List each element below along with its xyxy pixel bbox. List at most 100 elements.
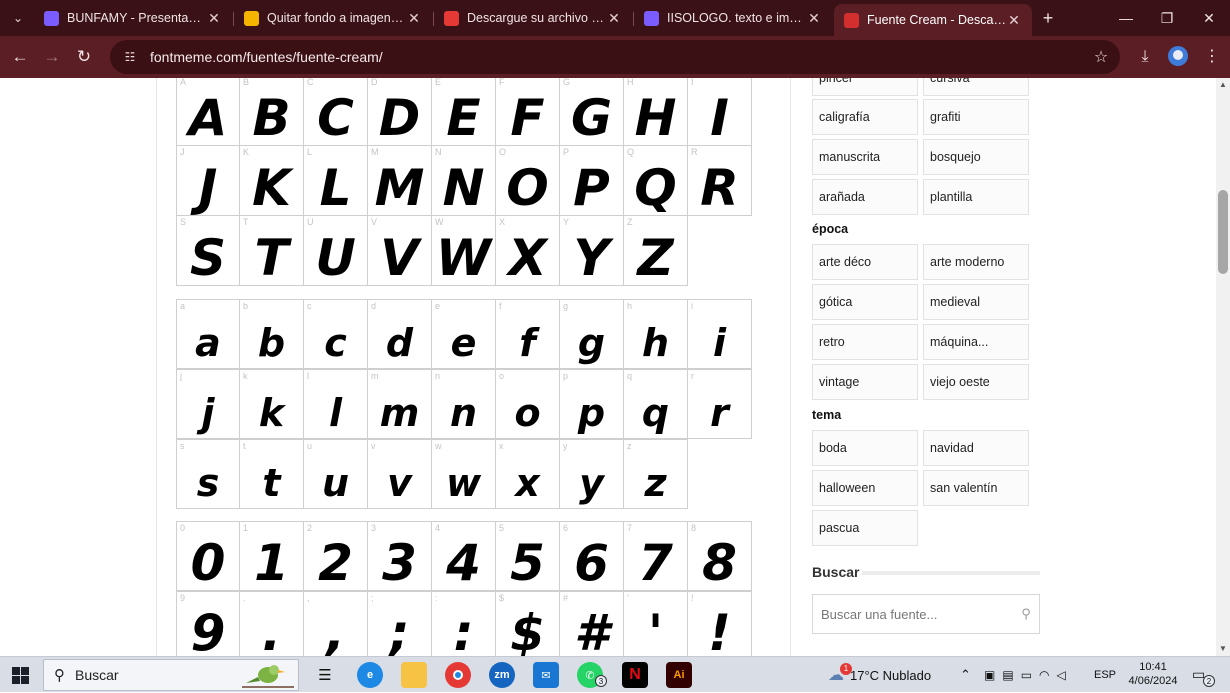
- glyph-cell: AA: [176, 78, 240, 146]
- tab-search-chevron-icon[interactable]: ⌄: [6, 6, 30, 30]
- glyph-cell: LL: [304, 146, 368, 216]
- font-tag-link[interactable]: pincel: [812, 78, 918, 96]
- glyph-preview: Q: [634, 159, 677, 217]
- font-tag-link[interactable]: bosquejo: [923, 139, 1029, 175]
- browser-tab[interactable]: BUNFAMY - Presentación ✕: [34, 4, 232, 32]
- meet-icon[interactable]: ▣: [984, 668, 1002, 682]
- tab-close-icon[interactable]: ✕: [606, 10, 622, 27]
- illustrator-icon[interactable]: Ai: [666, 662, 692, 688]
- volume-icon[interactable]: ◁: [1057, 668, 1073, 682]
- site-info-icon[interactable]: ☷: [122, 49, 138, 65]
- address-bar[interactable]: ☷ fontmeme.com/fuentes/fuente-cream/ ☆: [110, 40, 1120, 74]
- display-icon[interactable]: ▤: [1002, 668, 1020, 682]
- mail-icon[interactable]: ✉: [533, 662, 559, 688]
- glyph-cell: OO: [496, 146, 560, 216]
- minimize-button[interactable]: —: [1105, 0, 1147, 36]
- search-icon[interactable]: ⚲: [1013, 606, 1039, 622]
- download-icon[interactable]: ⤓: [1133, 45, 1157, 69]
- file-explorer-icon[interactable]: [401, 662, 427, 688]
- wifi-icon[interactable]: ◠: [1039, 668, 1056, 682]
- edge-browser-icon[interactable]: e: [357, 662, 383, 688]
- new-tab-button[interactable]: +: [1036, 6, 1060, 30]
- tab-close-icon[interactable]: ✕: [206, 10, 222, 27]
- tab-title: IISOLOGO. texto e imagen/i: [667, 11, 806, 25]
- zoom-icon[interactable]: zm: [489, 662, 515, 688]
- browser-tab[interactable]: Descargue su archivo — Con✕: [434, 4, 632, 32]
- glyph-preview: F: [510, 89, 545, 147]
- glyph-cell: # #: [560, 591, 624, 656]
- font-tag-link[interactable]: arañada: [812, 179, 918, 215]
- battery-icon[interactable]: ▭: [1021, 668, 1039, 682]
- font-tag-link[interactable]: plantilla: [923, 179, 1029, 215]
- glyph-preview: N: [442, 159, 485, 217]
- glyph-cell: 99: [176, 591, 240, 656]
- font-tag-link[interactable]: gótica: [812, 284, 918, 320]
- font-tag-link[interactable]: pascua: [812, 510, 918, 546]
- glyph-cell: 33: [368, 521, 432, 591]
- clock-date: 4/06/2024: [1128, 675, 1178, 687]
- tab-close-icon[interactable]: ✕: [1006, 12, 1022, 29]
- font-tag-link[interactable]: retro: [812, 324, 918, 360]
- font-tag-link[interactable]: caligrafía: [812, 99, 918, 135]
- glyph-label: b: [243, 301, 249, 311]
- bookmark-star-icon[interactable]: ☆: [1088, 47, 1114, 67]
- taskbar-clock[interactable]: 10:41 4/06/2024: [1124, 660, 1182, 688]
- close-window-button[interactable]: ✕: [1188, 0, 1230, 36]
- glyph-preview: j: [201, 391, 215, 435]
- glyph-cell: mm: [368, 369, 432, 439]
- glyph-preview: V: [380, 229, 419, 287]
- font-tag-link[interactable]: halloween: [812, 470, 918, 506]
- glyph-label: m: [371, 371, 379, 381]
- glyph-cell: ww: [432, 439, 496, 509]
- font-tag-link[interactable]: grafiti: [923, 99, 1029, 135]
- netflix-icon[interactable]: N: [622, 662, 648, 688]
- font-tag-link[interactable]: boda: [812, 430, 918, 466]
- forward-button[interactable]: →: [40, 45, 64, 69]
- glyph-label: L: [307, 147, 313, 157]
- restore-button[interactable]: ❐: [1146, 0, 1188, 36]
- glyph-cell: hh: [624, 299, 688, 369]
- page-scrollbar[interactable]: ▲ ▼: [1216, 78, 1230, 656]
- tab-close-icon[interactable]: ✕: [806, 10, 822, 27]
- font-tag-link[interactable]: navidad: [923, 430, 1029, 466]
- glyph-cell: FF: [496, 78, 560, 146]
- glyph-cell: ss: [176, 439, 240, 509]
- glyph-label: g: [563, 301, 569, 311]
- scroll-down-arrow-icon[interactable]: ▼: [1216, 644, 1230, 653]
- glyph-preview: 2: [318, 534, 353, 592]
- font-tag-link[interactable]: san valentín: [923, 470, 1029, 506]
- font-tag-link[interactable]: máquina...: [923, 324, 1029, 360]
- glyph-preview: U: [315, 229, 356, 287]
- font-tag-link[interactable]: arte moderno: [923, 244, 1029, 280]
- browser-tab[interactable]: IISOLOGO. texto e imagen/i✕: [634, 4, 832, 32]
- task-view-icon[interactable]: ☰: [312, 662, 338, 688]
- browser-tab[interactable]: Fuente Cream - Descargar ✕: [834, 4, 1032, 36]
- back-button[interactable]: ←: [8, 45, 32, 69]
- font-search-input[interactable]: [821, 606, 1013, 622]
- windows-start-icon[interactable]: [12, 667, 29, 684]
- glyph-preview: W: [435, 229, 492, 287]
- font-tag-link[interactable]: vintage: [812, 364, 918, 400]
- font-tag-link[interactable]: cursiva: [923, 78, 1029, 96]
- glyph-preview: C: [317, 89, 354, 147]
- system-tray-icons[interactable]: ▣ ▤ ▭ ◠ ◁: [984, 657, 1073, 693]
- chrome-icon[interactable]: [445, 662, 471, 688]
- browser-tab[interactable]: Quitar fondo a imagenes online✕: [234, 4, 432, 32]
- more-menu-icon[interactable]: ⋮: [1200, 45, 1224, 69]
- glyph-cell: bb: [240, 299, 304, 369]
- scrollbar-thumb[interactable]: [1218, 190, 1228, 274]
- font-search-box[interactable]: ⚲: [812, 594, 1040, 634]
- tray-chevron-up-icon[interactable]: ⌃: [960, 657, 971, 693]
- tab-close-icon[interactable]: ✕: [406, 10, 422, 27]
- reload-button[interactable]: ↻: [72, 45, 96, 69]
- font-tag-link[interactable]: arte déco: [812, 244, 918, 280]
- glyph-preview: ,: [326, 604, 345, 656]
- font-tag-link[interactable]: manuscrita: [812, 139, 918, 175]
- url-text[interactable]: fontmeme.com/fuentes/fuente-cream/: [150, 49, 1088, 65]
- font-tag-link[interactable]: medieval: [923, 284, 1029, 320]
- font-tag-link[interactable]: viejo oeste: [923, 364, 1029, 400]
- profile-avatar[interactable]: [1168, 46, 1188, 66]
- glyph-label: v: [371, 441, 376, 451]
- scroll-up-arrow-icon[interactable]: ▲: [1216, 80, 1230, 89]
- language-indicator[interactable]: ESP: [1094, 657, 1116, 693]
